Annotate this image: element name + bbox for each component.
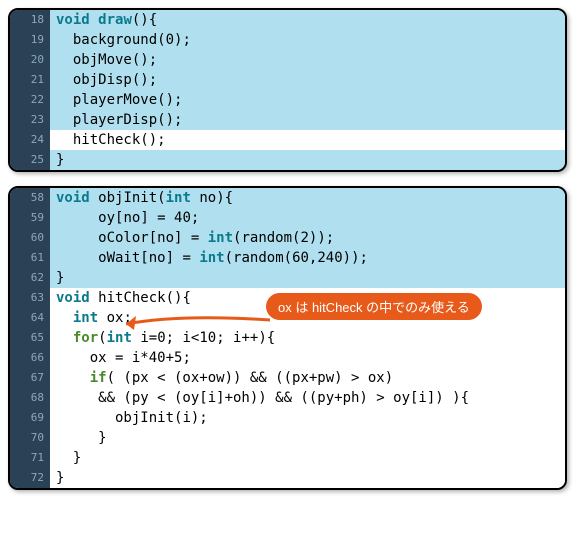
code-line: 20 objMove();	[10, 50, 565, 70]
code-line: 62}	[10, 268, 565, 288]
code-content: oWait[no] = int(random(60,240));	[50, 248, 565, 268]
code-line: 66 ox = i*40+5;	[10, 348, 565, 368]
code-block-1: 18void draw(){19 background(0);20 objMov…	[8, 8, 567, 172]
code-content: }	[50, 428, 565, 448]
code-line: 67 if( (px < (ox+ow)) && ((px+pw) > ox)	[10, 368, 565, 388]
code-content: }	[50, 150, 565, 170]
line-number: 21	[10, 70, 50, 90]
code-content: hitCheck();	[50, 130, 565, 150]
line-number: 18	[10, 10, 50, 30]
code-content: oColor[no] = int(random(2));	[50, 228, 565, 248]
line-number: 25	[10, 150, 50, 170]
line-number: 64	[10, 308, 50, 328]
code-content: background(0);	[50, 30, 565, 50]
line-number: 60	[10, 228, 50, 248]
line-number: 70	[10, 428, 50, 448]
code-content: }	[50, 468, 565, 488]
line-number: 67	[10, 368, 50, 388]
code-line: 19 background(0);	[10, 30, 565, 50]
code-line: 68 && (py < (oy[i]+oh)) && ((py+ph) > oy…	[10, 388, 565, 408]
line-number: 59	[10, 208, 50, 228]
line-number: 72	[10, 468, 50, 488]
code-content: }	[50, 448, 565, 468]
code-line: 59 oy[no] = 40;	[10, 208, 565, 228]
code-content: oy[no] = 40;	[50, 208, 565, 228]
code-line: 70 }	[10, 428, 565, 448]
callout-bubble: ox は hitCheck の中でのみ使える	[266, 293, 482, 320]
code-line: 25}	[10, 150, 565, 170]
code-content: void objInit(int no){	[50, 188, 565, 208]
code-block-2: 58void objInit(int no){59 oy[no] = 40;60…	[8, 186, 567, 490]
code-line: 18void draw(){	[10, 10, 565, 30]
callout-wrapper: 58void objInit(int no){59 oy[no] = 40;60…	[8, 186, 567, 490]
line-number: 61	[10, 248, 50, 268]
line-number: 58	[10, 188, 50, 208]
code-content: void draw(){	[50, 10, 565, 30]
line-number: 66	[10, 348, 50, 368]
line-number: 65	[10, 328, 50, 348]
line-number: 63	[10, 288, 50, 308]
callout-text: ox は hitCheck の中でのみ使える	[278, 300, 470, 315]
code-line: 60 oColor[no] = int(random(2));	[10, 228, 565, 248]
code-content: objMove();	[50, 50, 565, 70]
code-content: }	[50, 268, 565, 288]
line-number: 20	[10, 50, 50, 70]
line-number: 69	[10, 408, 50, 428]
code-content: if( (px < (ox+ow)) && ((px+pw) > ox)	[50, 368, 565, 388]
line-number: 68	[10, 388, 50, 408]
code-line: 21 objDisp();	[10, 70, 565, 90]
line-number: 23	[10, 110, 50, 130]
code-line: 22 playerMove();	[10, 90, 565, 110]
code-line: 58void objInit(int no){	[10, 188, 565, 208]
code-line: 69 objInit(i);	[10, 408, 565, 428]
code-line: 71 }	[10, 448, 565, 468]
code-content: && (py < (oy[i]+oh)) && ((py+ph) > oy[i]…	[50, 388, 565, 408]
code-line: 61 oWait[no] = int(random(60,240));	[10, 248, 565, 268]
line-number: 62	[10, 268, 50, 288]
line-number: 22	[10, 90, 50, 110]
line-number: 71	[10, 448, 50, 468]
code-line: 23 playerDisp();	[10, 110, 565, 130]
line-number: 19	[10, 30, 50, 50]
code-content: ox = i*40+5;	[50, 348, 565, 368]
code-content: playerMove();	[50, 90, 565, 110]
code-content: objInit(i);	[50, 408, 565, 428]
line-number: 24	[10, 130, 50, 150]
code-line: 24 hitCheck();	[10, 130, 565, 150]
code-content: playerDisp();	[50, 110, 565, 130]
code-line: 72}	[10, 468, 565, 488]
code-content: objDisp();	[50, 70, 565, 90]
code-line: 65 for(int i=0; i<10; i++){	[10, 328, 565, 348]
code-content: for(int i=0; i<10; i++){	[50, 328, 565, 348]
